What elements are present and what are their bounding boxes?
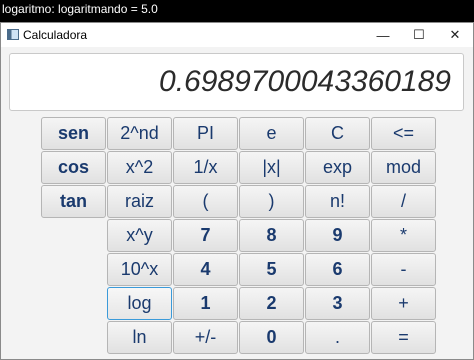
- digit-2-button[interactable]: 2: [239, 287, 304, 320]
- digit-5-button[interactable]: 5: [239, 253, 304, 286]
- root-button[interactable]: raiz: [107, 185, 172, 218]
- window-title: Calculadora: [23, 28, 88, 42]
- open-paren-button[interactable]: (: [173, 185, 238, 218]
- result-display: 0.6989700043360189: [9, 53, 464, 111]
- keypad: sen 2^nd PI e C <= cos x^2 1/x |x| exp m…: [41, 117, 436, 357]
- equals-button[interactable]: =: [371, 321, 436, 354]
- e-button[interactable]: e: [239, 117, 304, 150]
- calculator-body: 0.6989700043360189 sen 2^nd PI e C <= co…: [1, 47, 473, 359]
- digit-8-button[interactable]: 8: [239, 219, 304, 252]
- pi-button[interactable]: PI: [173, 117, 238, 150]
- ten-power-button[interactable]: 10^x: [107, 253, 172, 286]
- divide-button[interactable]: /: [371, 185, 436, 218]
- cos-button[interactable]: cos: [41, 151, 106, 184]
- digit-1-button[interactable]: 1: [173, 287, 238, 320]
- clear-button[interactable]: C: [305, 117, 370, 150]
- mod-button[interactable]: mod: [371, 151, 436, 184]
- ln-button[interactable]: ln: [107, 321, 172, 354]
- exp-button[interactable]: exp: [305, 151, 370, 184]
- backspace-button[interactable]: <=: [371, 117, 436, 150]
- console-output: logaritmo: logaritmando = 5.0: [0, 0, 474, 22]
- multiply-button[interactable]: *: [371, 219, 436, 252]
- digit-7-button[interactable]: 7: [173, 219, 238, 252]
- decimal-point-button[interactable]: .: [305, 321, 370, 354]
- close-paren-button[interactable]: ): [239, 185, 304, 218]
- power-button[interactable]: x^y: [107, 219, 172, 252]
- minus-button[interactable]: -: [371, 253, 436, 286]
- log-button[interactable]: log: [107, 287, 172, 320]
- abs-button[interactable]: |x|: [239, 151, 304, 184]
- digit-0-button[interactable]: 0: [239, 321, 304, 354]
- display-value: 0.6989700043360189: [159, 65, 451, 98]
- digit-9-button[interactable]: 9: [305, 219, 370, 252]
- close-button[interactable]: ✕: [437, 23, 473, 47]
- title-bar[interactable]: Calculadora — ☐ ✕: [1, 23, 473, 47]
- plus-button[interactable]: +: [371, 287, 436, 320]
- digit-4-button[interactable]: 4: [173, 253, 238, 286]
- minimize-icon: —: [376, 27, 390, 43]
- calculator-window: Calculadora — ☐ ✕ 0.6989700043360189 sen…: [0, 22, 474, 360]
- digit-6-button[interactable]: 6: [305, 253, 370, 286]
- maximize-button[interactable]: ☐: [401, 23, 437, 47]
- square-button[interactable]: x^2: [107, 151, 172, 184]
- maximize-icon: ☐: [413, 27, 425, 42]
- second-function-button[interactable]: 2^nd: [107, 117, 172, 150]
- reciprocal-button[interactable]: 1/x: [173, 151, 238, 184]
- digit-3-button[interactable]: 3: [305, 287, 370, 320]
- sen-button[interactable]: sen: [41, 117, 106, 150]
- app-icon: [7, 29, 19, 40]
- factorial-button[interactable]: n!: [305, 185, 370, 218]
- minimize-button[interactable]: —: [365, 23, 401, 47]
- tan-button[interactable]: tan: [41, 185, 106, 218]
- console-text: logaritmo: logaritmando = 5.0: [2, 2, 158, 16]
- negate-button[interactable]: +/-: [173, 321, 238, 354]
- close-icon: ✕: [449, 27, 461, 42]
